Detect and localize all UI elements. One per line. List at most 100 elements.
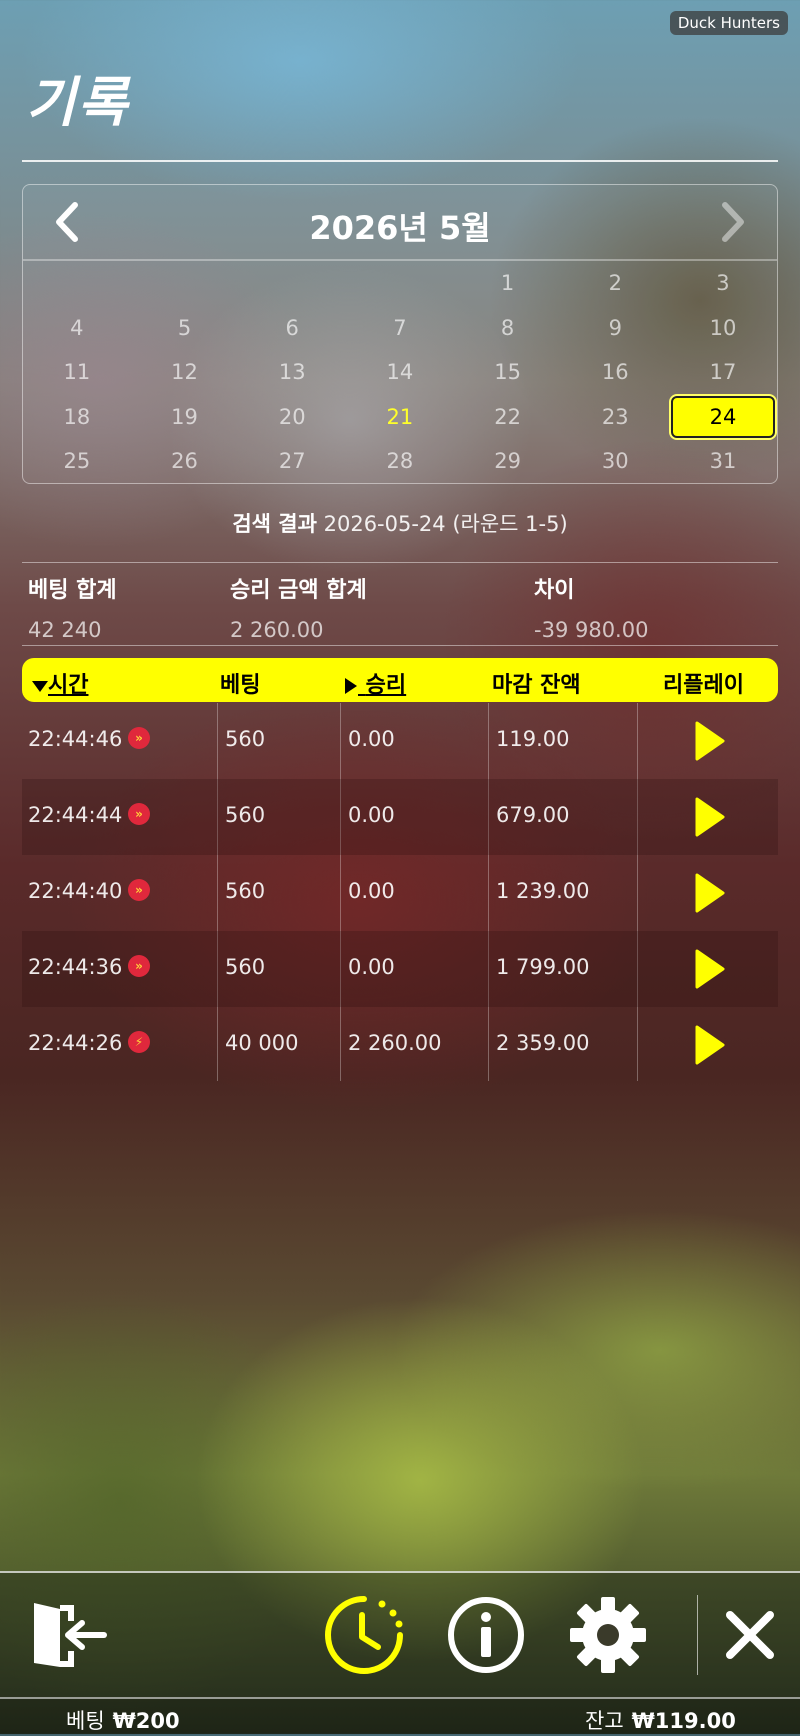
close-icon[interactable] [708, 1593, 792, 1677]
calendar-day[interactable]: 18 [23, 405, 131, 429]
calendar-day[interactable]: 2 [561, 271, 669, 295]
settings-gear-icon[interactable] [566, 1593, 650, 1677]
replay-play-icon[interactable] [695, 721, 725, 761]
bet-total-label: 베팅 합계 [28, 578, 117, 603]
calendar-month-title: 2026년 5월 [309, 209, 491, 247]
win-cell: 0.00 [348, 879, 395, 903]
time-cell: 22:44:26 [28, 1031, 123, 1055]
calendar-day[interactable]: 12 [131, 360, 239, 384]
search-result-value: 2026-05-24 (라운드 1-5) [323, 512, 568, 536]
info-icon[interactable] [444, 1593, 528, 1677]
win-cell: 0.00 [348, 727, 395, 751]
brand-label: Duck Hunters [669, 11, 788, 35]
calendar-day[interactable]: 29 [454, 449, 562, 473]
calendar-week: 4 5 6 7 8 9 10 [23, 306, 777, 351]
bet-cell: 560 [225, 803, 266, 827]
calendar-day[interactable]: 4 [23, 316, 131, 340]
replay-play-icon[interactable] [695, 873, 725, 913]
calendar-day-selected[interactable]: 24 [669, 395, 777, 438]
calendar-day[interactable]: 13 [238, 360, 346, 384]
table-row: 22:44:46 560 0.00 119.00 » [22, 703, 778, 779]
calendar-day-label: 3 [716, 271, 730, 296]
calendar-day-label: 14 [386, 360, 414, 385]
table-row: 22:44:36 560 0.00 1 799.00 » [22, 931, 778, 1007]
balance-cell: 119.00 [496, 727, 570, 751]
bet-total: 베팅 합계 42 240 [28, 572, 117, 642]
calendar-day[interactable]: 10 [669, 316, 777, 340]
bottom-toolbar [0, 1571, 800, 1699]
calendar-day-label: 29 [494, 449, 521, 474]
replay-play-icon[interactable] [695, 949, 725, 989]
calendar-week: 18 19 20 21 22 23 24 [23, 395, 777, 440]
status-balance-label: 잔고 [585, 1709, 624, 1733]
calendar-day-label: 15 [494, 360, 521, 385]
calendar-day-label: 21 [386, 404, 414, 429]
replay-play-icon[interactable] [695, 1025, 725, 1065]
calendar-day-label: 10 [709, 315, 737, 340]
win-cell: 0.00 [348, 955, 395, 979]
calendar-day-label: 22 [494, 404, 521, 429]
calendar-day[interactable]: 14 [346, 360, 454, 384]
calendar-day-label: 20 [278, 404, 306, 429]
calendar-day-label: 30 [601, 449, 629, 474]
calendar-day[interactable]: 27 [238, 449, 346, 473]
calendar-day-label: 12 [171, 360, 198, 385]
calendar-day[interactable]: 6 [238, 316, 346, 340]
calendar-day[interactable]: 23 [561, 405, 669, 429]
calendar-day[interactable]: 9 [561, 316, 669, 340]
calendar-week: 25 26 27 28 29 30 31 [23, 439, 777, 484]
history-icon[interactable] [322, 1593, 406, 1677]
status-bet-label: 베팅 [66, 1709, 105, 1733]
fast-forward-badge-icon: » [128, 803, 150, 825]
time-cell: 22:44:46 [28, 727, 123, 751]
exit-icon[interactable] [24, 1593, 108, 1677]
calendar-day-label: 18 [63, 404, 91, 429]
fast-forward-badge-icon: » [128, 955, 150, 977]
calendar-day[interactable]: 26 [131, 449, 239, 473]
calendar-day[interactable]: 22 [454, 405, 562, 429]
history-table: 22:44:46 560 0.00 119.00» 22:44:44 560 0.00 679… [22, 703, 778, 1083]
calendar-day[interactable]: 20 [238, 405, 346, 429]
bet-cell: 560 [225, 727, 266, 751]
time-cell: 22:44:40 [28, 879, 123, 903]
calendar-day-label: 19 [171, 404, 198, 429]
calendar-day[interactable]: 11 [23, 360, 131, 384]
calendar-day[interactable]: 8 [454, 316, 562, 340]
calendar-day-label: 16 [601, 360, 629, 385]
calendar-day[interactable]: 15 [454, 360, 562, 384]
status-bar: 베팅 ₩200 잔고 ₩119.00 [0, 1697, 800, 1736]
sort-time-header[interactable]: 시간 [32, 667, 88, 699]
calendar-day[interactable]: 31 [669, 449, 777, 473]
calendar-day[interactable]: 1 [454, 271, 562, 295]
calendar-day[interactable]: 25 [23, 449, 131, 473]
summary-bottom-divider [22, 645, 778, 646]
calendar-day-label: 13 [278, 360, 306, 385]
next-month-icon[interactable] [707, 199, 753, 245]
table-row: 22:44:26 40 000 2 260.00 2 359.00 ⚡ [22, 1007, 778, 1083]
replay-play-icon[interactable] [695, 797, 725, 837]
calendar-day-label: 24 [670, 395, 775, 438]
status-balance-value: ₩119.00 [631, 1709, 736, 1733]
calendar: 2026년 5월 1 2 3 4 5 6 7 8 9 10 11 12 13 14 15 16 17 18 19 20… [22, 184, 778, 484]
calendar-day-label: 26 [171, 449, 198, 474]
difference-label: 차이 [534, 578, 575, 603]
calendar-day[interactable]: 5 [131, 316, 239, 340]
lightning-badge-icon: ⚡ [128, 1031, 150, 1053]
calendar-day[interactable]: 7 [346, 316, 454, 340]
calendar-day[interactable]: 28 [346, 449, 454, 473]
toolbar-divider [697, 1595, 698, 1675]
calendar-day[interactable]: 19 [131, 405, 239, 429]
calendar-day-label: 8 [500, 315, 515, 340]
calendar-day[interactable]: 17 [669, 360, 777, 384]
calendar-day[interactable]: 21 [346, 405, 454, 429]
sort-inactive-icon [345, 678, 357, 694]
calendar-day-label: 6 [285, 315, 299, 340]
calendar-day[interactable]: 30 [561, 449, 669, 473]
calendar-day[interactable]: 3 [669, 271, 777, 295]
difference: 차이 -39 980.00 [534, 572, 648, 642]
balance-cell: 679.00 [496, 803, 570, 827]
calendar-day[interactable]: 16 [561, 360, 669, 384]
replay-header: 리플레이 [663, 673, 744, 698]
sort-win-header[interactable]: 승리 [344, 667, 406, 699]
bet-header: 베팅 [220, 673, 261, 698]
